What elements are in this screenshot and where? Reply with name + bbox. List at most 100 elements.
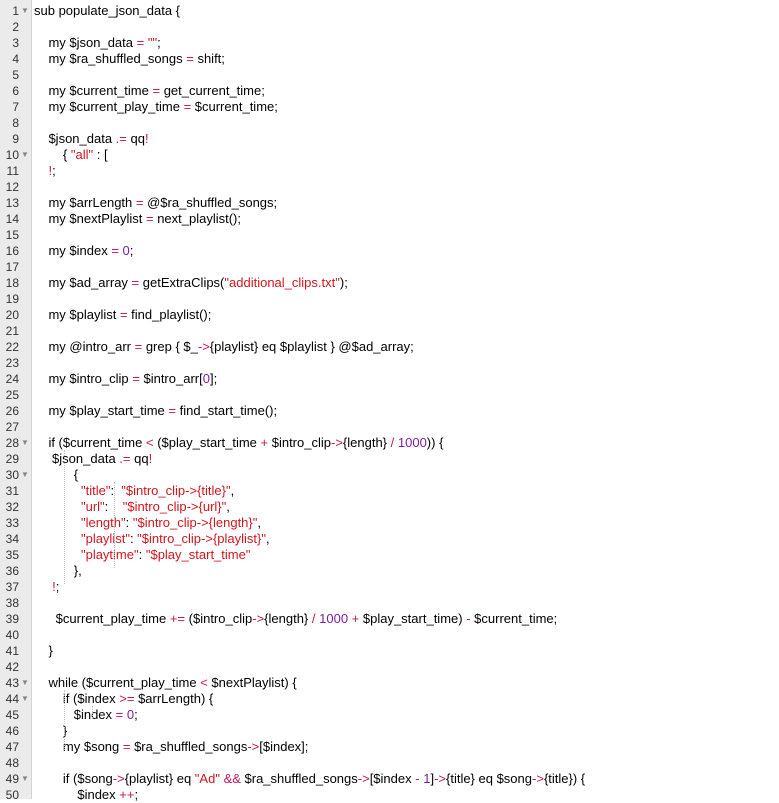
line-number: 45 bbox=[5, 708, 19, 722]
code-line[interactable]: 32 "url": "$intro_clip->{url}", bbox=[0, 499, 779, 515]
code-line[interactable]: 41 } bbox=[0, 643, 779, 659]
line-number: 5 bbox=[12, 68, 19, 82]
code-text: if ($song->{playlist} eq "Ad" && $ra_shu… bbox=[34, 771, 586, 786]
code-text: } bbox=[34, 723, 68, 738]
code-text: my $json_data = ""; bbox=[34, 35, 161, 50]
code-line[interactable]: 28 ▼ if ($current_time < ($play_start_tim… bbox=[0, 435, 779, 451]
code-line[interactable]: 14 my $nextPlaylist = next_playlist(); bbox=[0, 211, 779, 227]
code-line[interactable]: 31 "title": "$intro_clip->{title}", bbox=[0, 483, 779, 499]
code-line[interactable]: 10 ▼ { "all" : [ bbox=[0, 147, 779, 163]
code-line[interactable]: 30 ▼ { bbox=[0, 467, 779, 483]
code-text: !; bbox=[52, 579, 60, 594]
code-text: my $index = 0; bbox=[34, 243, 134, 258]
code-text: $json_data .= qq! bbox=[34, 451, 153, 466]
code-text: my $ra_shuffled_songs = shift; bbox=[34, 51, 225, 66]
code-line[interactable]: 29 $json_data .= qq! bbox=[0, 451, 779, 467]
code-text: my $arrLength = @$ra_shuffled_songs; bbox=[34, 195, 278, 210]
line-number: 34 bbox=[5, 532, 19, 546]
code-line[interactable]: 40 bbox=[0, 627, 779, 643]
code-line[interactable]: 45 $index = 0; bbox=[0, 707, 779, 723]
code-line[interactable]: 18 my $ad_array = getExtraClips("additio… bbox=[0, 275, 779, 291]
code-line[interactable]: 11 !; bbox=[0, 163, 779, 179]
code-line[interactable]: 22 my @intro_arr = grep { $_->{playlist}… bbox=[0, 339, 779, 355]
code-line[interactable]: 21 bbox=[0, 323, 779, 339]
line-number: 29 bbox=[5, 452, 19, 466]
code-text: my $ad_array = getExtraClips("additional… bbox=[34, 275, 348, 290]
chevron-down-icon[interactable]: ▼ bbox=[21, 467, 29, 483]
chevron-down-icon[interactable]: ▼ bbox=[21, 691, 29, 707]
line-number: 44 bbox=[5, 692, 19, 706]
code-line[interactable]: 9 $json_data .= qq! bbox=[0, 131, 779, 147]
code-line[interactable]: 36 }, bbox=[0, 563, 779, 579]
indent-guide bbox=[92, 706, 93, 718]
code-text: $current_play_time += ($intro_clip->{len… bbox=[34, 611, 558, 626]
line-number: 2 bbox=[12, 20, 19, 34]
line-number: 48 bbox=[5, 756, 19, 770]
line-number: 16 bbox=[5, 244, 19, 258]
code-line[interactable]: 2 bbox=[0, 19, 779, 35]
code-line[interactable]: 26 my $play_start_time = find_start_time… bbox=[0, 403, 779, 419]
line-number: 32 bbox=[5, 500, 19, 514]
line-number: 9 bbox=[12, 132, 19, 146]
code-line[interactable]: 4 my $ra_shuffled_songs = shift; bbox=[0, 51, 779, 67]
line-number: 12 bbox=[5, 180, 19, 194]
code-line[interactable]: 17 bbox=[0, 259, 779, 275]
code-line[interactable]: 24 my $intro_clip = $intro_arr[0]; bbox=[0, 371, 779, 387]
code-text: !; bbox=[48, 163, 56, 178]
code-text: "playtime": "$play_start_time" bbox=[80, 547, 251, 562]
code-line[interactable]: 16 my $index = 0; bbox=[0, 243, 779, 259]
line-number: 15 bbox=[5, 228, 19, 242]
line-number: 20 bbox=[5, 308, 19, 322]
line-number: 3 bbox=[12, 36, 19, 50]
line-number: 31 bbox=[5, 484, 19, 498]
code-line[interactable]: 33 "length": "$intro_clip->{length}", bbox=[0, 515, 779, 531]
line-number: 17 bbox=[5, 260, 19, 274]
code-line[interactable]: 13 my $arrLength = @$ra_shuffled_songs; bbox=[0, 195, 779, 211]
code-line[interactable]: 44 ▼ if ($index >= $arrLength) { bbox=[0, 691, 779, 707]
code-text: while ($current_play_time < $nextPlaylis… bbox=[34, 675, 297, 690]
code-line[interactable]: 8 bbox=[0, 115, 779, 131]
code-line[interactable]: 35 "playtime": "$play_start_time" bbox=[0, 547, 779, 563]
line-number: 23 bbox=[5, 356, 19, 370]
code-line[interactable]: 27 bbox=[0, 419, 779, 435]
code-line[interactable]: 3 my $json_data = ""; bbox=[0, 35, 779, 51]
code-line[interactable]: 39 $current_play_time += ($intro_clip->{… bbox=[0, 611, 779, 627]
chevron-down-icon[interactable]: ▼ bbox=[21, 435, 29, 451]
line-number: 14 bbox=[5, 212, 19, 226]
code-line[interactable]: 38 bbox=[0, 595, 779, 611]
code-line[interactable]: 19 bbox=[0, 291, 779, 307]
code-line[interactable]: 1 ▼ sub populate_json_data { bbox=[0, 3, 779, 19]
code-line[interactable]: 23 bbox=[0, 355, 779, 371]
code-line[interactable]: 34 "playlist": "$intro_clip->{playlist}"… bbox=[0, 531, 779, 547]
code-line[interactable]: 47 my $song = $ra_shuffled_songs->[$inde… bbox=[0, 739, 779, 755]
line-number: 33 bbox=[5, 516, 19, 530]
code-text: if ($index >= $arrLength) { bbox=[34, 691, 214, 706]
code-line[interactable]: 37 !; bbox=[0, 579, 779, 595]
line-number: 10 bbox=[5, 148, 19, 162]
line-number: 40 bbox=[5, 628, 19, 642]
line-number: 13 bbox=[5, 196, 19, 210]
code-editor[interactable]: 1 ▼ sub populate_json_data {2 3 my $json_da… bbox=[0, 0, 779, 802]
code-line[interactable]: 12 bbox=[0, 179, 779, 195]
code-line[interactable]: 48 bbox=[0, 755, 779, 771]
code-line[interactable]: 50 $index ++; bbox=[0, 787, 779, 803]
chevron-down-icon[interactable]: ▼ bbox=[21, 771, 29, 787]
chevron-down-icon[interactable]: ▼ bbox=[21, 3, 29, 19]
code-line[interactable]: 49 ▼ if ($song->{playlist} eq "Ad" && $ra… bbox=[0, 771, 779, 787]
line-number: 4 bbox=[12, 52, 19, 66]
code-line[interactable]: 7 my $current_play_time = $current_time; bbox=[0, 99, 779, 115]
code-line[interactable]: 42 bbox=[0, 659, 779, 675]
code-line[interactable]: 25 bbox=[0, 387, 779, 403]
code-text: { bbox=[34, 467, 79, 482]
code-line[interactable]: 20 my $playlist = find_playlist(); bbox=[0, 307, 779, 323]
code-text: { "all" : [ bbox=[34, 147, 108, 162]
code-line[interactable]: 43 ▼ while ($current_play_time < $nextPla… bbox=[0, 675, 779, 691]
code-line[interactable]: 46 } bbox=[0, 723, 779, 739]
code-line[interactable]: 6 my $current_time = get_current_time; bbox=[0, 83, 779, 99]
code-text: $index = 0; bbox=[34, 707, 138, 722]
chevron-down-icon[interactable]: ▼ bbox=[21, 675, 29, 691]
code-text: my $play_start_time = find_start_time(); bbox=[34, 403, 278, 418]
chevron-down-icon[interactable]: ▼ bbox=[21, 147, 29, 163]
code-line[interactable]: 15 bbox=[0, 227, 779, 243]
code-line[interactable]: 5 bbox=[0, 67, 779, 83]
